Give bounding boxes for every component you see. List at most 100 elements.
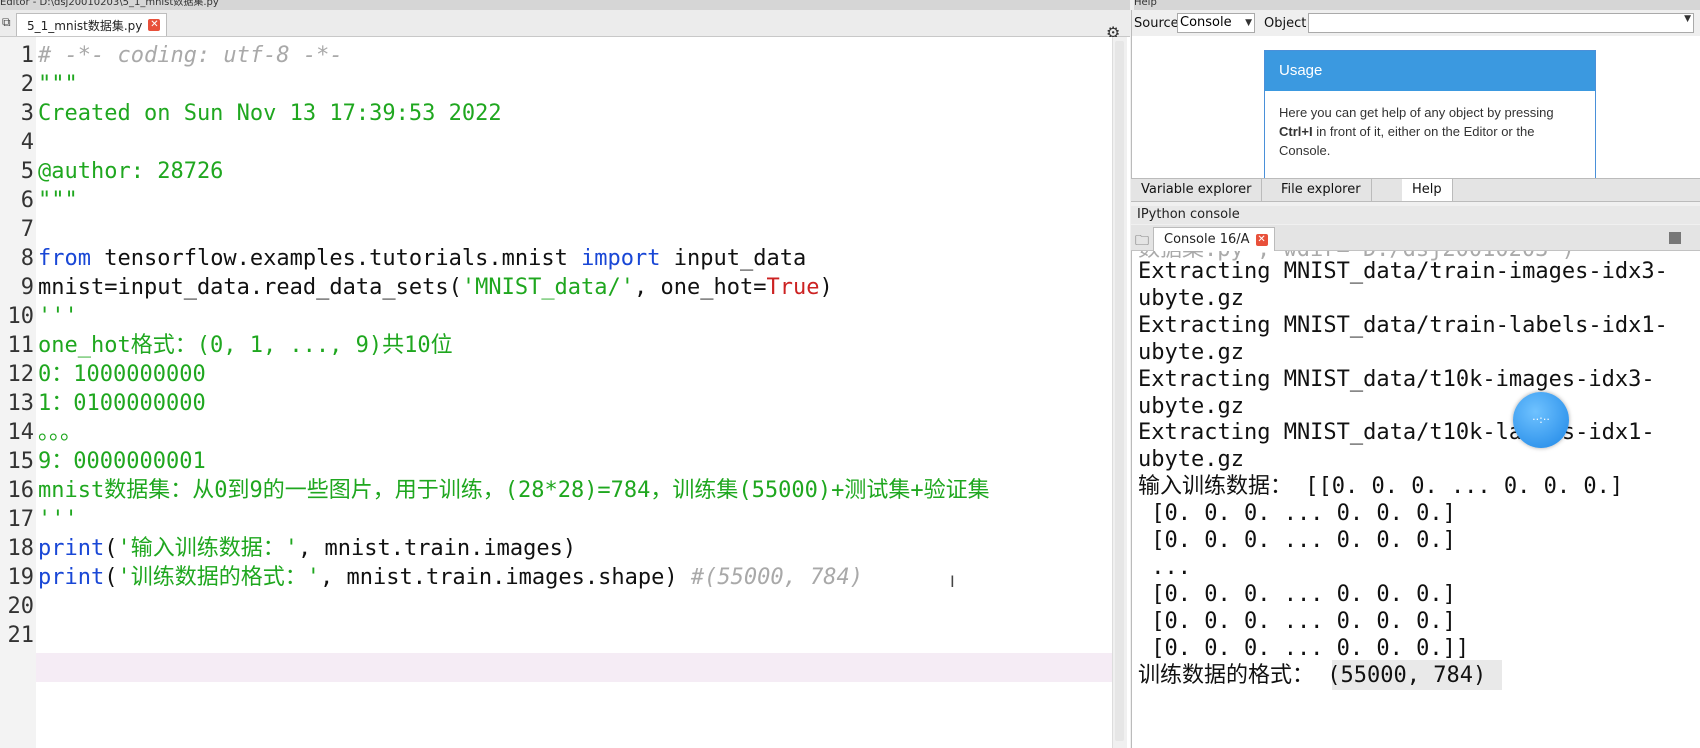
close-icon[interactable]: ✕ <box>148 19 161 31</box>
code-token: tensorflow.examples.tutorials.mnist <box>90 246 582 271</box>
code-token: input_data <box>660 246 807 271</box>
console-line: ... <box>1138 554 1191 580</box>
code-token: 。。。 <box>38 420 83 445</box>
code-token: ''' <box>38 304 78 329</box>
stop-icon[interactable] <box>1669 232 1681 244</box>
tab-help[interactable]: Help <box>1402 179 1453 201</box>
code-text: 1：0100000000 <box>38 389 206 418</box>
code-text: ''' <box>38 302 78 331</box>
console-line: 训练数据的格式： (55000, 784) <box>1138 662 1487 688</box>
object-label: Object <box>1264 16 1307 31</box>
line-number: 19 <box>7 565 35 590</box>
code-line: 16 mnist数据集：从0到9的一些图片，用于训练，(28*28)=784，训练… <box>0 476 1112 505</box>
line-number: 11 <box>7 333 35 358</box>
tab-file-explorer[interactable]: File explorer <box>1271 179 1372 201</box>
code-line: 10 ''' <box>0 302 1112 331</box>
code-line: 14。。。 <box>0 418 1112 447</box>
code-token: # -*- coding: utf-8 -*- <box>38 43 343 68</box>
ipython-console-title: IPython console <box>1131 206 1700 224</box>
code-token: ''' <box>38 507 78 532</box>
code-editor[interactable]: 1 # -*- coding: utf-8 -*- 2 """ 3 Created on … <box>0 37 1130 748</box>
code-token: 9：0000000001 <box>38 449 206 474</box>
help-pane: Source Console ▼ Object ▼ Usage Here you… <box>1131 10 1700 180</box>
editor-scroll-thumb[interactable] <box>1115 41 1124 741</box>
code-line: 7 <box>0 215 1112 244</box>
code-line: 2 """ <box>0 70 1112 99</box>
code-token: @author: 28726 <box>38 159 224 184</box>
code-token: #(55000, 784) <box>690 565 864 590</box>
editor-tabbar: ⧉ 5_1_mnist数据集.py ✕ ⚙ <box>0 10 1130 41</box>
tab-variable-explorer[interactable]: Variable explorer <box>1131 179 1263 201</box>
code-text: mnist数据集：从0到9的一些图片，用于训练，(28*28)=784，训练集(… <box>38 476 990 505</box>
source-select-value: Console <box>1180 15 1232 30</box>
code-line: 1 # -*- coding: utf-8 -*- <box>0 41 1112 70</box>
source-select[interactable]: Console ▼ <box>1177 13 1255 33</box>
console-line: [0. 0. 0. ... 0. 0. 0.] <box>1138 501 1456 527</box>
line-number: 8 <box>20 246 34 271</box>
code-text: @author: 28726 <box>38 157 223 186</box>
console-line: [0. 0. 0. ... 0. 0. 0.] <box>1138 528 1456 553</box>
line-number: 13 <box>7 391 35 416</box>
object-input[interactable]: ▼ <box>1308 13 1694 33</box>
ipython-console-output[interactable]: 数据集.py', wdir='D:/dsj20010203') Extracti… <box>1131 251 1700 748</box>
code-token: from <box>38 246 91 271</box>
code-token: , mnist.train.images.shape) <box>319 565 691 590</box>
code-line: 12 0：1000000000 <box>0 360 1112 389</box>
console-tab[interactable]: Console 16/A ✕ <box>1153 227 1275 251</box>
code-line: 15 9：0000000001 <box>0 447 1112 476</box>
code-token: Created on Sun Nov 13 17:39:53 2022 <box>38 101 502 126</box>
console-line: Extracting MNIST_data/train-images-idx3- <box>1138 259 1668 284</box>
editor-scrollbar[interactable] <box>1112 37 1127 748</box>
usage-card: Usage Here you can get help of any objec… <box>1264 50 1596 180</box>
usage-text-2: in front of it, either on the Editor or … <box>1279 124 1535 158</box>
line-number: 3 <box>20 101 34 126</box>
console-line: ubyte.gz <box>1138 339 1244 365</box>
console-tabbar: 🗀 Console 16/A ✕ <box>1131 225 1700 251</box>
code-token: """ <box>38 72 78 97</box>
close-icon[interactable]: ✕ <box>1255 233 1268 246</box>
chevron-down-icon: ▼ <box>1245 18 1252 28</box>
code-token: '输入训练数据：' <box>117 536 298 561</box>
code-token: mnist数据集：从0到9的一些图片，用于训练，(28*28)=784，训练集(… <box>38 478 990 503</box>
line-number: 6 <box>20 188 34 213</box>
line-number: 17 <box>7 507 35 532</box>
code-line: 4 <box>0 128 1112 157</box>
code-text: """ <box>38 186 78 215</box>
code-line: 21 <box>0 621 1112 650</box>
code-token: 0：1000000000 <box>38 362 206 387</box>
code-line: 19 print('训练数据的格式：', mnist.train.images.s… <box>0 563 1112 592</box>
code-text: ''' <box>38 505 78 534</box>
code-token: 'MNIST_data/' <box>461 275 635 300</box>
code-line: 18 print('输入训练数据：', mnist.train.images) <box>0 534 1112 563</box>
code-text: from tensorflow.examples.tutorials.mnist… <box>38 244 806 273</box>
copy-icon[interactable]: ⧉ <box>2 16 14 28</box>
line-number: 16 <box>7 478 35 503</box>
code-token: ( <box>104 536 118 561</box>
editor-file-tab[interactable]: 5_1_mnist数据集.py ✕ <box>16 13 168 36</box>
code-token: '训练数据的格式：' <box>117 565 320 590</box>
code-line: 17 ''' <box>0 505 1112 534</box>
usage-shortcut: Ctrl+I <box>1279 124 1313 139</box>
pointer-overlay-icon: ··:·· <box>1513 392 1569 448</box>
code-token: mnist=input_data.read_data_sets( <box>38 275 462 300</box>
line-number: 1 <box>20 43 34 68</box>
console-line: [0. 0. 0. ... 0. 0. 0.] <box>1138 581 1456 607</box>
line-number: 10 <box>7 304 35 329</box>
code-token: True <box>766 275 820 300</box>
editor-pane-title: Editor - D:\dsj20010203\5_1_mnist数据集.py <box>0 0 1130 10</box>
line-number: 2 <box>20 72 34 97</box>
code-token: """ <box>38 188 78 213</box>
code-text: # -*- coding: utf-8 -*- <box>38 41 343 70</box>
console-line: Extracting MNIST_data/t10k-labels-idx1- <box>1138 420 1655 446</box>
source-label: Source <box>1134 16 1179 31</box>
code-token: print <box>38 565 105 590</box>
current-line-highlight <box>36 653 1112 682</box>
code-text: mnist=input_data.read_data_sets('MNIST_d… <box>38 273 833 302</box>
line-number: 9 <box>20 275 34 300</box>
line-number: 12 <box>7 362 35 387</box>
text-cursor-icon: I <box>950 572 955 591</box>
line-number: 4 <box>20 130 34 155</box>
code-text: """ <box>38 70 78 99</box>
code-line: 5 @author: 28726 <box>0 157 1112 186</box>
chevron-down-icon: ▼ <box>1684 14 1691 24</box>
